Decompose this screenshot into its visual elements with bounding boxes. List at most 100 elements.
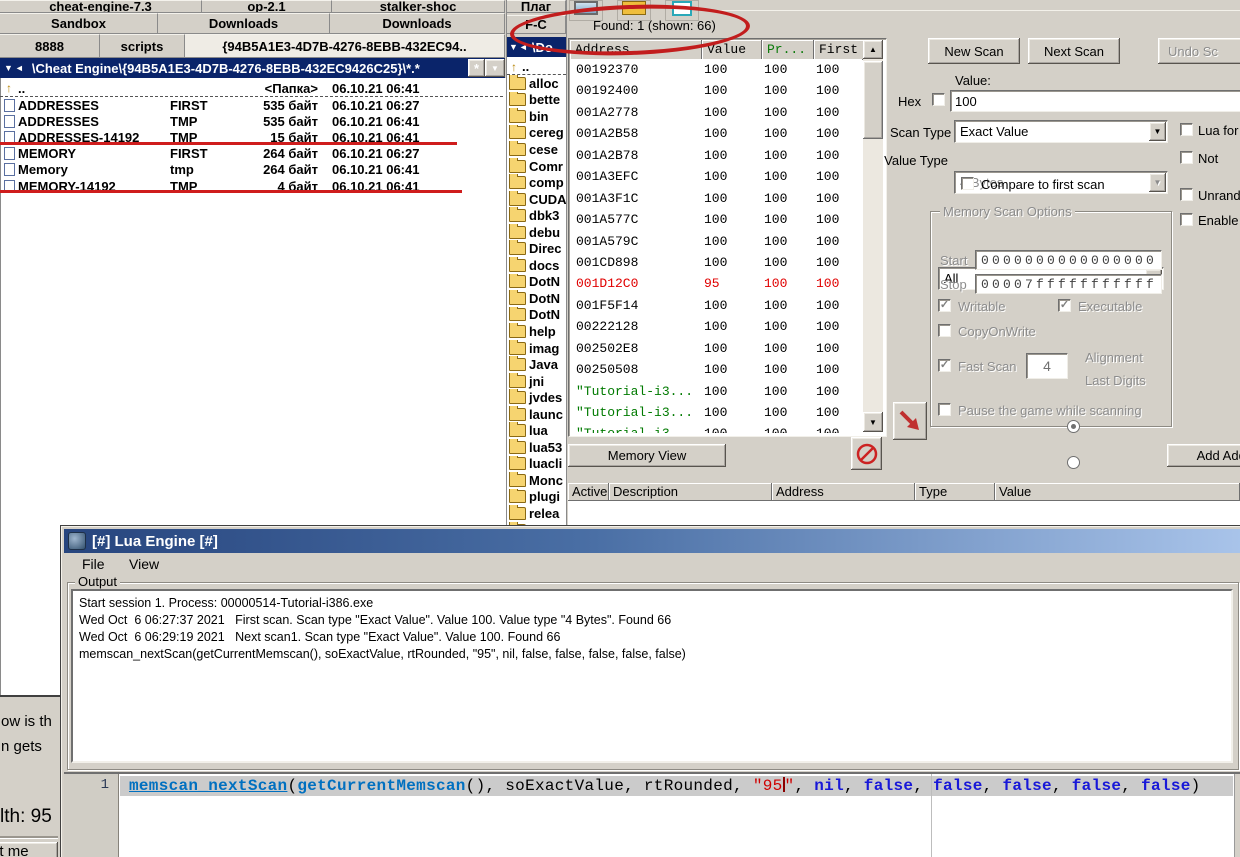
scan-type-select[interactable]: Exact Value ▼ bbox=[954, 120, 1168, 143]
scan-result-row[interactable]: 00192400100100100 bbox=[570, 80, 862, 101]
copyonwrite-checkbox[interactable] bbox=[938, 324, 951, 337]
add-address-button[interactable]: Add Addre bbox=[1167, 444, 1240, 467]
tc-tab[interactable]: cheat-engine-7.3 bbox=[0, 0, 202, 13]
file-row[interactable]: MEMORYFIRST264 байт06.10.21 06:27 bbox=[0, 146, 503, 162]
cancel-scan-button[interactable] bbox=[851, 437, 882, 470]
pause-game-checkbox[interactable] bbox=[938, 403, 951, 416]
folder-item[interactable]: bette bbox=[507, 92, 566, 109]
tc-tab[interactable]: stalker-shoc bbox=[332, 0, 505, 13]
scroll-up-button[interactable]: ▲ bbox=[863, 40, 883, 59]
new-scan-button[interactable]: New Scan bbox=[928, 38, 1020, 64]
tc-tab[interactable]: op-2.1 bbox=[202, 0, 332, 13]
scan-result-row[interactable]: "Tutorial-i3...100100100 bbox=[570, 402, 862, 423]
address-table-column-header[interactable]: Value bbox=[995, 483, 1240, 501]
code-editor[interactable]: 1 memscan_nextScan(getCurrentMemscan(), … bbox=[64, 772, 1240, 857]
value-input[interactable] bbox=[950, 90, 1240, 112]
folder-item[interactable]: Java bbox=[507, 356, 566, 373]
not-checkbox[interactable] bbox=[1180, 151, 1193, 164]
folder-item[interactable]: bin bbox=[507, 108, 566, 125]
scan-result-row[interactable]: 001CD898100100100 bbox=[570, 252, 862, 273]
fast-scan-checkbox[interactable]: ✓ bbox=[938, 359, 951, 372]
code-line[interactable]: memscan_nextScan(getCurrentMemscan(), so… bbox=[129, 777, 1201, 796]
scan-result-row[interactable]: 001A577C100100100 bbox=[570, 209, 862, 230]
folder-item[interactable]: CUDA bbox=[507, 191, 566, 208]
fast-scan-value-input[interactable] bbox=[1026, 353, 1068, 379]
alignment-radio[interactable] bbox=[1067, 420, 1080, 433]
scan-result-row[interactable]: 001F5F14100100100 bbox=[570, 295, 862, 316]
folder-item[interactable]: lua53 bbox=[507, 439, 566, 456]
lua-formula-checkbox[interactable] bbox=[1180, 123, 1193, 136]
hit-me-button-fragment[interactable]: t me bbox=[0, 842, 58, 857]
folder-item[interactable]: comp bbox=[507, 174, 566, 191]
scan-result-row[interactable]: 00250508100100100 bbox=[570, 359, 862, 380]
scan-result-row[interactable]: "Tutorial-i3100100100 bbox=[570, 423, 862, 433]
hex-checkbox[interactable] bbox=[932, 93, 945, 106]
folder-item[interactable]: DotN bbox=[507, 307, 566, 324]
tc-tab[interactable]: Downloads bbox=[158, 13, 330, 34]
path-bar[interactable]: ▼◄ \Cheat Engine\{94B5A1E3-4D7B-4276-8EB… bbox=[0, 58, 505, 78]
tc-tab[interactable]: Downloads bbox=[330, 13, 505, 34]
folder-item[interactable]: dbk3 bbox=[507, 207, 566, 224]
scan-result-row[interactable]: 001D12C095100100 bbox=[570, 273, 862, 294]
file-row[interactable]: ADDRESSESFIRST535 байт06.10.21 06:27 bbox=[0, 97, 503, 113]
scan-result-row[interactable]: 00222128100100100 bbox=[570, 316, 862, 337]
menu-file[interactable]: File bbox=[72, 553, 115, 575]
path-chevrons-icon[interactable]: ▼◄ bbox=[4, 63, 26, 73]
folder-item[interactable]: debu bbox=[507, 224, 566, 241]
tc-tab[interactable]: scripts bbox=[100, 34, 185, 58]
scan-result-row[interactable]: 001A3F1C100100100 bbox=[570, 188, 862, 209]
folder-item[interactable]: lua bbox=[507, 422, 566, 439]
next-scan-button[interactable]: Next Scan bbox=[1028, 38, 1120, 64]
folder-item[interactable]: alloc bbox=[507, 75, 566, 92]
folder-item[interactable]: luacli bbox=[507, 456, 566, 473]
chevron-down-icon[interactable]: ▼ bbox=[1149, 122, 1166, 141]
file-row[interactable]: Memorytmp264 байт06.10.21 06:41 bbox=[0, 162, 503, 178]
address-table-column-header[interactable]: Active bbox=[568, 483, 609, 501]
tc-tab[interactable]: 8888 bbox=[0, 34, 100, 58]
last-digits-radio[interactable] bbox=[1067, 456, 1080, 469]
scan-result-row[interactable]: 002502E8100100100 bbox=[570, 338, 862, 359]
folder-item[interactable]: docs bbox=[507, 257, 566, 274]
undo-scan-button[interactable]: Undo Sc bbox=[1158, 38, 1240, 64]
executable-checkbox[interactable]: ✓ bbox=[1058, 299, 1071, 312]
file-row[interactable]: ADDRESSESTMP535 байт06.10.21 06:41 bbox=[0, 113, 503, 129]
lua-engine-titlebar[interactable]: [#] Lua Engine [#] bbox=[64, 529, 1240, 553]
scan-result-row[interactable]: 001A2B78100100100 bbox=[570, 145, 862, 166]
compare-first-scan-checkbox[interactable] bbox=[961, 177, 974, 190]
scan-result-row[interactable]: 001A2B58100100100 bbox=[570, 123, 862, 144]
folder-item[interactable]: DotN bbox=[507, 290, 566, 307]
parent-dir-row[interactable]: ↑ .. <Папка> 06.10.21 06:41 bbox=[0, 80, 503, 97]
folder-item[interactable]: cereg bbox=[507, 125, 566, 142]
scan-result-row[interactable]: 001A3EFC100100100 bbox=[570, 166, 862, 187]
address-table-column-header[interactable]: Type bbox=[915, 483, 995, 501]
enable-checkbox[interactable] bbox=[1180, 213, 1193, 226]
tree-parent-dir-row[interactable]: ↑ .. bbox=[507, 59, 566, 75]
folder-item[interactable]: jvdes bbox=[507, 389, 566, 406]
folder-item[interactable]: imag bbox=[507, 340, 566, 357]
scrollbar-thumb[interactable] bbox=[863, 61, 883, 139]
folder-item[interactable]: launc bbox=[507, 406, 566, 423]
writable-checkbox[interactable]: ✓ bbox=[938, 299, 951, 312]
change-pointer-button[interactable] bbox=[893, 402, 927, 440]
scroll-down-button[interactable]: ▼ bbox=[863, 412, 883, 432]
tc-tab[interactable]: Sandbox bbox=[0, 13, 158, 34]
scan-result-row[interactable]: "Tutorial-i3...100100100 bbox=[570, 381, 862, 402]
folder-item[interactable]: cese bbox=[507, 141, 566, 158]
tree-tab-1[interactable]: Плаг bbox=[507, 0, 566, 13]
folder-item[interactable]: jni bbox=[507, 373, 566, 390]
wildcard-button[interactable]: * bbox=[468, 59, 485, 77]
stop-address-input[interactable] bbox=[975, 274, 1162, 294]
scan-result-row[interactable]: 001A2778100100100 bbox=[570, 102, 862, 123]
folder-item[interactable]: Comr bbox=[507, 158, 566, 175]
folder-item[interactable]: help bbox=[507, 323, 566, 340]
path-dropdown-button[interactable]: ▼ bbox=[485, 59, 505, 77]
scan-result-row[interactable]: 001A579C100100100 bbox=[570, 231, 862, 252]
memory-view-button[interactable]: Memory View bbox=[568, 444, 726, 467]
found-column-header[interactable]: Pr... bbox=[762, 40, 814, 60]
editor-scrollbar[interactable] bbox=[1234, 774, 1240, 857]
folder-item[interactable]: Monc bbox=[507, 472, 566, 489]
menu-view[interactable]: View bbox=[119, 553, 169, 575]
folder-item[interactable]: relea bbox=[507, 505, 566, 522]
folder-item[interactable]: DotN bbox=[507, 274, 566, 291]
start-address-input[interactable] bbox=[975, 250, 1162, 270]
